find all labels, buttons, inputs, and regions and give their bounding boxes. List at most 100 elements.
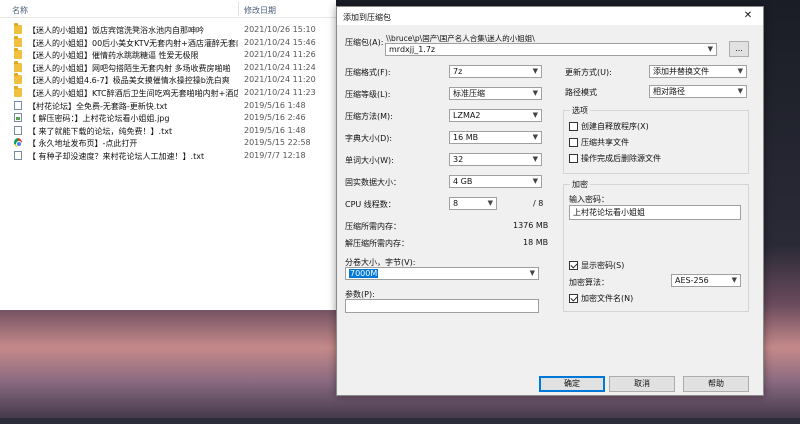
- file-name: 【迷人的小姐姐】饭店宾馆洗凳浴水池内自那呻吟: [28, 26, 204, 35]
- delete-source-checkbox[interactable]: 操作完成后删除源文件: [569, 153, 661, 164]
- doc-icon: [14, 100, 22, 110]
- file-row[interactable]: 【村花论坛】全免费-无套路-更新快.txt 2019/5/16 1:48: [0, 100, 336, 113]
- folder-icon: [14, 23, 22, 34]
- file-name: 【 解压密码：】上村花论坛看小姐姐.jpg: [28, 114, 170, 124]
- file-row[interactable]: 【 有种子却没速度？来村花论坛人工加速！】.txt 2019/7/7 12:18: [0, 150, 336, 163]
- update-value: 添加并替换文件: [653, 67, 709, 76]
- file-date: 2019/5/16 2:46: [244, 113, 306, 123]
- file-row[interactable]: 【 解压密码：】上村花论坛看小姐姐.jpg 2019/5/16 2:46: [0, 112, 336, 125]
- mem-comp-value: 1376 MB: [513, 221, 549, 230]
- format-label: 压缩格式(F):: [345, 68, 391, 77]
- file-row[interactable]: 【迷人的小姐姐】饭店宾馆洗凳浴水池内自那呻吟 2021/10/26 15:10: [0, 23, 336, 37]
- close-button[interactable]: ✕: [733, 7, 763, 25]
- solid-value: 4 GB: [453, 177, 473, 186]
- file-explorer: 名称 修改日期 【迷人的小姐姐】饭店宾馆洗凳浴水池内自那呻吟 2021/10/26…: [0, 0, 336, 310]
- archive-label: 压缩包(A):: [345, 38, 384, 47]
- archive-name-value: mrdxjj_1.7z: [389, 45, 436, 54]
- chevron-down-icon: ▼: [532, 133, 538, 141]
- file-name: 【迷人的小姐姐】网吧勾搭陌生无套内射 多场收费房啪啪: [28, 63, 231, 73]
- enc-method-select[interactable]: AES-256 ▼: [671, 274, 741, 287]
- pathmode-select[interactable]: 相对路径 ▼: [649, 85, 747, 98]
- delete-source-checkbox-label: 操作完成后删除源文件: [581, 154, 661, 163]
- file-date: 2021/10/24 11:24: [244, 62, 316, 72]
- column-divider[interactable]: [238, 2, 239, 16]
- show-password-checkbox[interactable]: 显示密码(S): [569, 260, 624, 271]
- doc-icon: [14, 125, 22, 135]
- column-header: 名称 修改日期: [0, 0, 336, 18]
- file-name: 【迷人的小姐姐】催情药水跳跳糖逼 性爱无极限: [28, 51, 199, 61]
- sfx-checkbox-label: 创建自释放程序(X): [581, 122, 649, 131]
- folder-icon: [14, 85, 22, 97]
- file-name: 【迷人的小姐姐】KTC醉酒后卫生间吃鸡无套啪啪内射+酒店: [28, 88, 238, 98]
- checkbox-box: [569, 154, 578, 163]
- dialog-title: 添加到压缩包: [343, 13, 391, 22]
- file-date: 2019/7/7 12:18: [244, 150, 306, 160]
- dialog-titlebar: 添加到压缩包 ✕: [337, 7, 763, 25]
- level-select[interactable]: 标准压缩 ▼: [449, 87, 542, 100]
- pathmode-value: 相对路径: [653, 87, 685, 96]
- params-input[interactable]: [345, 299, 539, 313]
- column-name-header[interactable]: 名称: [12, 5, 28, 16]
- dict-select[interactable]: 16 MB ▼: [449, 131, 542, 144]
- encrypt-names-label: 加密文件名(N): [581, 294, 634, 303]
- file-row[interactable]: 【迷人的小姐姐】催情药水跳跳糖逼 性爱无极限 2021/10/24 11:26: [0, 48, 336, 62]
- mem-decomp-value: 18 MB: [523, 238, 549, 247]
- archive-name-combo[interactable]: mrdxjj_1.7z ▼: [385, 43, 717, 56]
- help-button[interactable]: 帮助: [683, 376, 749, 392]
- shared-files-checkbox[interactable]: 压缩共享文件: [569, 137, 629, 148]
- chevron-down-icon: ▼: [532, 89, 538, 97]
- file-row[interactable]: 【迷人的小姐姐4.6-7】极品美女摸催情水操控操b洗白爽 2021/10/24 1…: [0, 73, 336, 87]
- word-label: 单词大小(W):: [345, 156, 394, 165]
- chevron-down-icon: ▼: [532, 111, 538, 119]
- file-list: 【迷人的小姐姐】饭店宾馆洗凳浴水池内自那呻吟 2021/10/26 15:10 【迷…: [0, 23, 336, 163]
- file-row[interactable]: 【迷人的小姐姐】KTC醉酒后卫生间吃鸡无套啪啪内射+酒店 2021/10/24 1…: [0, 85, 336, 100]
- file-row[interactable]: 【 永久地址发布页】-点此打开 2019/5/15 22:58: [0, 137, 336, 150]
- cpu-label: CPU 线程数：: [345, 200, 396, 209]
- file-date: 2021/10/24 11:23: [244, 87, 316, 97]
- cpu-value: 8: [453, 199, 459, 208]
- cancel-button[interactable]: 取消: [609, 376, 675, 392]
- checkbox-box: [569, 138, 578, 147]
- method-select[interactable]: LZMA2 ▼: [449, 109, 542, 122]
- checkbox-box: [569, 261, 578, 270]
- update-select[interactable]: 添加并替换文件 ▼: [649, 65, 747, 78]
- cpu-select[interactable]: 8 ▼: [449, 197, 497, 210]
- file-date: 2021/10/24 11:20: [244, 75, 316, 85]
- file-row[interactable]: 【迷人的小姐姐】网吧勾搭陌生无套内射 多场收费房啪啪 2021/10/24 11:…: [0, 60, 336, 75]
- password-input[interactable]: 上村花论坛看小姐姐: [569, 205, 741, 220]
- options-group-title: 选项: [570, 105, 590, 116]
- word-value: 32: [453, 155, 464, 164]
- mem-comp-label: 压缩所需内存：: [345, 222, 401, 231]
- encrypt-names-checkbox[interactable]: 加密文件名(N): [569, 293, 633, 304]
- chevron-down-icon: ▼: [532, 67, 538, 75]
- chrome-icon: [14, 138, 22, 148]
- file-row[interactable]: 【 来了就能下载的论坛，纯免费！】.txt 2019/5/16 1:48: [0, 125, 336, 138]
- file-date: 2019/5/16 1:48: [244, 125, 306, 135]
- word-select[interactable]: 32 ▼: [449, 153, 542, 166]
- sfx-checkbox[interactable]: 创建自释放程序(X): [569, 121, 649, 132]
- column-date-header[interactable]: 修改日期: [244, 5, 276, 16]
- chevron-down-icon: ▼: [532, 177, 538, 185]
- cpu-total: / 8: [533, 199, 544, 208]
- file-name: 【 永久地址发布页】-点此打开: [28, 139, 138, 149]
- taskbar: [0, 418, 800, 424]
- ok-button[interactable]: 确定: [539, 376, 605, 392]
- file-name: 【 有种子却没速度？来村花论坛人工加速！】.txt: [28, 151, 205, 161]
- browse-button[interactable]: ...: [729, 41, 749, 57]
- file-name: 【迷人的小姐姐4.6-7】极品美女摸催情水操控操b洗白爽: [28, 76, 230, 86]
- file-name: 【村花论坛】全免费-无套路-更新快.txt: [28, 101, 168, 111]
- password-label: 输入密码：: [569, 195, 609, 204]
- chevron-down-icon: ▼: [737, 87, 743, 95]
- chevron-down-icon: ▼: [532, 155, 538, 163]
- pathmode-label: 路径模式: [565, 88, 597, 97]
- solid-select[interactable]: 4 GB ▼: [449, 175, 542, 188]
- file-date: 2019/5/16 1:48: [244, 100, 306, 110]
- chevron-down-icon: ▼: [529, 269, 535, 277]
- split-value: 7000M: [349, 269, 379, 278]
- file-date: 2021/10/24 15:46: [244, 37, 316, 47]
- chevron-down-icon: ▼: [731, 276, 737, 284]
- format-select[interactable]: 7z ▼: [449, 65, 542, 78]
- file-row[interactable]: 【迷人的小姐姐】00后小美女KTV无套内射+酒店灌醉无套内射 2021/10/24…: [0, 35, 336, 50]
- file-date: 2021/10/26 15:10: [244, 25, 316, 34]
- split-select[interactable]: 7000M ▼: [345, 267, 539, 280]
